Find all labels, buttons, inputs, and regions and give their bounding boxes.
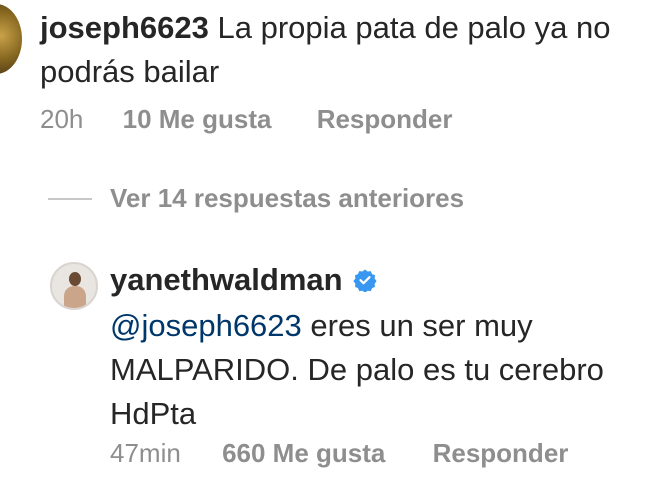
reply-button[interactable]: Responder	[317, 104, 453, 135]
reply-header: yanethwaldman	[110, 262, 377, 298]
reply-time: 47min	[110, 438, 181, 468]
comment-body: joseph6623 La propia pata de palo ya no …	[40, 6, 640, 94]
reply-likes-count[interactable]: 660 Me gusta	[222, 438, 385, 469]
reply-body: @joseph6623 eres un ser muy MALPARIDO. D…	[110, 304, 630, 436]
reply-meta: 47min 660 Me gusta Responder	[110, 438, 568, 469]
avatar[interactable]	[0, 4, 22, 74]
reply-username[interactable]: yanethwaldman	[110, 262, 343, 298]
comment-username[interactable]: joseph6623	[40, 10, 209, 45]
reply-button[interactable]: Responder	[433, 438, 569, 469]
comment-meta: 20h 10 Me gusta Responder	[40, 104, 453, 135]
divider-line	[48, 197, 92, 200]
comment-time: 20h	[40, 104, 84, 134]
verified-badge-icon	[352, 269, 377, 292]
view-replies-label: Ver 14 respuestas anteriores	[110, 183, 465, 213]
comment-thread: joseph6623 La propia pata de palo ya no …	[0, 0, 650, 487]
mention-link[interactable]: @joseph6623	[110, 308, 302, 343]
view-previous-replies-button[interactable]: Ver 14 respuestas anteriores	[48, 183, 464, 214]
comment-likes-count[interactable]: 10 Me gusta	[123, 104, 272, 135]
avatar[interactable]	[50, 262, 98, 310]
